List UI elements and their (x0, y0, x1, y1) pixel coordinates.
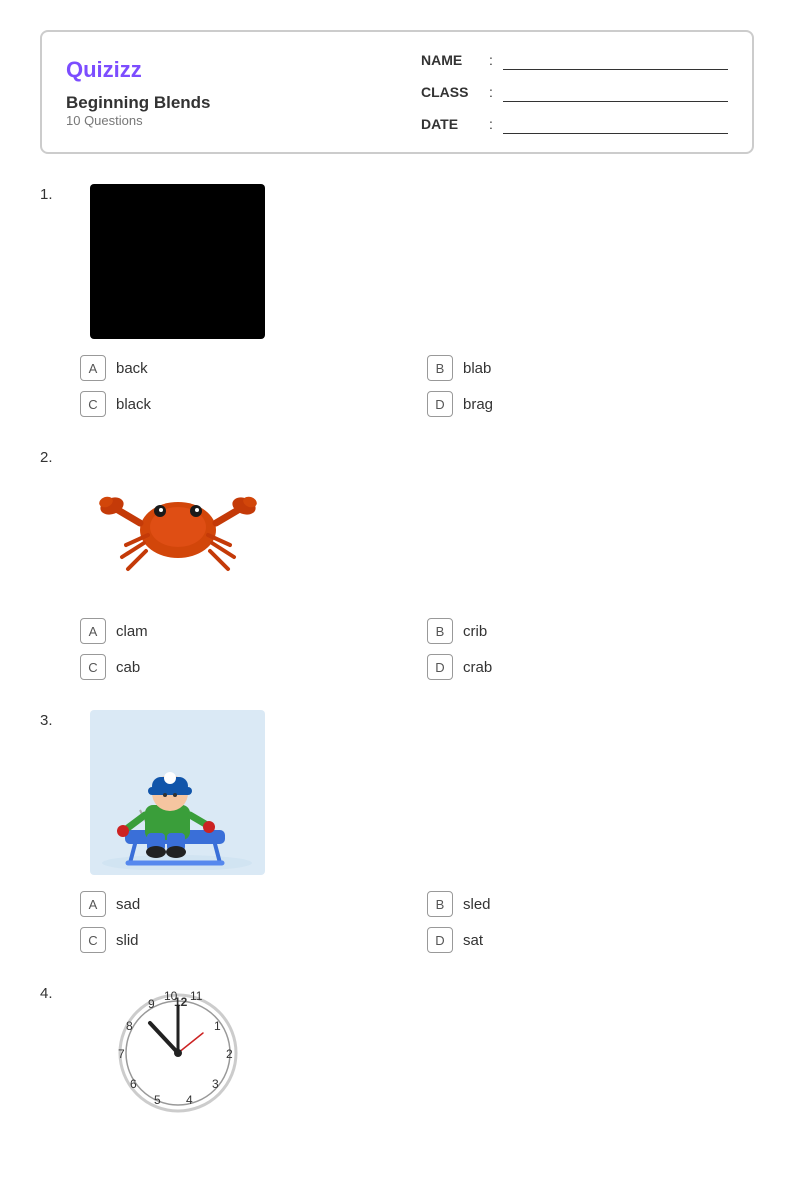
class-label: CLASS (421, 84, 481, 100)
svg-text:8: 8 (126, 1019, 133, 1033)
crab-icon (98, 455, 258, 595)
question-4-body: 12 1 2 3 4 5 6 7 8 9 10 11 (70, 983, 754, 1129)
answer-1-d: D brag (427, 391, 754, 417)
question-2-row: 2. (40, 447, 754, 680)
svg-text:10: 10 (164, 989, 178, 1003)
question-3-answers: A sad B sled C slid D sat (80, 891, 754, 953)
question-1-answers: A back B blab C black D brag (80, 355, 754, 417)
answer-1-a: A back (80, 355, 407, 381)
answer-2-c: C cab (80, 654, 407, 680)
class-colon: : (489, 84, 493, 100)
answer-letter-c: C (80, 391, 106, 417)
question-3-image (90, 710, 265, 875)
answer-3-b: B sled (427, 891, 754, 917)
quiz-title: Beginning Blends (66, 93, 373, 113)
answer-2-a: A clam (80, 618, 407, 644)
svg-text:4: 4 (186, 1093, 193, 1107)
question-2-number: 2. (40, 447, 70, 466)
name-field-row: NAME : (421, 50, 728, 70)
class-line[interactable] (503, 82, 728, 102)
answer-text-3-d: sat (463, 932, 483, 949)
date-colon: : (489, 116, 493, 132)
logo-text: Quizizz (66, 57, 142, 83)
svg-text:3: 3 (212, 1077, 219, 1091)
svg-text:6: 6 (130, 1077, 137, 1091)
header-left: Quizizz Beginning Blends 10 Questions (42, 32, 397, 152)
svg-text:5: 5 (154, 1093, 161, 1107)
svg-text:1: 1 (214, 1019, 221, 1033)
date-line[interactable] (503, 114, 728, 134)
answer-letter-2c: C (80, 654, 106, 680)
svg-text:2: 2 (226, 1047, 233, 1061)
answer-letter-d: D (427, 391, 453, 417)
answer-letter-3b: B (427, 891, 453, 917)
question-2: 2. (40, 447, 754, 680)
answer-text-1-a: back (116, 360, 148, 377)
page: Quizizz Beginning Blends 10 Questions NA… (0, 0, 794, 1189)
answer-text-2-b: crib (463, 623, 487, 640)
question-2-image (90, 447, 265, 602)
answer-text-1-c: black (116, 396, 151, 413)
answer-2-b: B crib (427, 618, 754, 644)
answer-text-2-a: clam (116, 623, 148, 640)
date-field-row: DATE : (421, 114, 728, 134)
answer-letter-2d: D (427, 654, 453, 680)
header-right: NAME : CLASS : DATE : (397, 32, 752, 152)
answer-text-2-d: crab (463, 659, 492, 676)
answer-3-c: C slid (80, 927, 407, 953)
answer-1-c: C black (80, 391, 407, 417)
answer-text-3-b: sled (463, 896, 491, 913)
answer-text-1-d: brag (463, 396, 493, 413)
question-3-row: 3. (40, 710, 754, 953)
question-4-image: 12 1 2 3 4 5 6 7 8 9 10 11 (90, 983, 265, 1113)
answer-letter-3a: A (80, 891, 106, 917)
svg-text:9: 9 (148, 997, 155, 1011)
question-1-image (90, 184, 265, 339)
answer-letter-2a: A (80, 618, 106, 644)
answer-text-3-c: slid (116, 932, 139, 949)
name-colon: : (489, 52, 493, 68)
answer-text-3-a: sad (116, 896, 140, 913)
question-1-row: 1. A back B blab C black (40, 184, 754, 417)
svg-text:7: 7 (118, 1047, 125, 1061)
answer-letter-2b: B (427, 618, 453, 644)
question-4-number: 4. (40, 983, 70, 1002)
answer-1-b: B blab (427, 355, 754, 381)
name-line[interactable] (503, 50, 728, 70)
logo: Quizizz (66, 57, 373, 83)
name-label: NAME (421, 52, 481, 68)
answer-letter-3c: C (80, 927, 106, 953)
question-4: 4. 12 1 2 3 4 5 6 (40, 983, 754, 1129)
answer-letter-3d: D (427, 927, 453, 953)
sled-icon (95, 715, 260, 870)
answer-3-d: D sat (427, 927, 754, 953)
clock-icon: 12 1 2 3 4 5 6 7 8 9 10 11 (108, 983, 248, 1113)
question-3-body: A sad B sled C slid D sat (70, 710, 754, 953)
question-2-body: A clam B crib C cab D crab (70, 447, 754, 680)
question-1: 1. A back B blab C black (40, 184, 754, 417)
answer-text-1-b: blab (463, 360, 491, 377)
answer-letter-b: B (427, 355, 453, 381)
question-1-body: A back B blab C black D brag (70, 184, 754, 417)
svg-text:11: 11 (190, 989, 203, 1003)
black-image (90, 184, 265, 339)
header-card: Quizizz Beginning Blends 10 Questions NA… (40, 30, 754, 154)
answer-3-a: A sad (80, 891, 407, 917)
question-2-answers: A clam B crib C cab D crab (80, 618, 754, 680)
answer-text-2-c: cab (116, 659, 140, 676)
question-3-number: 3. (40, 710, 70, 729)
date-label: DATE (421, 116, 481, 132)
answer-letter-a: A (80, 355, 106, 381)
class-field-row: CLASS : (421, 82, 728, 102)
question-3: 3. (40, 710, 754, 953)
question-4-row: 4. 12 1 2 3 4 5 6 (40, 983, 754, 1129)
quiz-subtitle: 10 Questions (66, 113, 373, 128)
answer-2-d: D crab (427, 654, 754, 680)
question-1-number: 1. (40, 184, 70, 203)
